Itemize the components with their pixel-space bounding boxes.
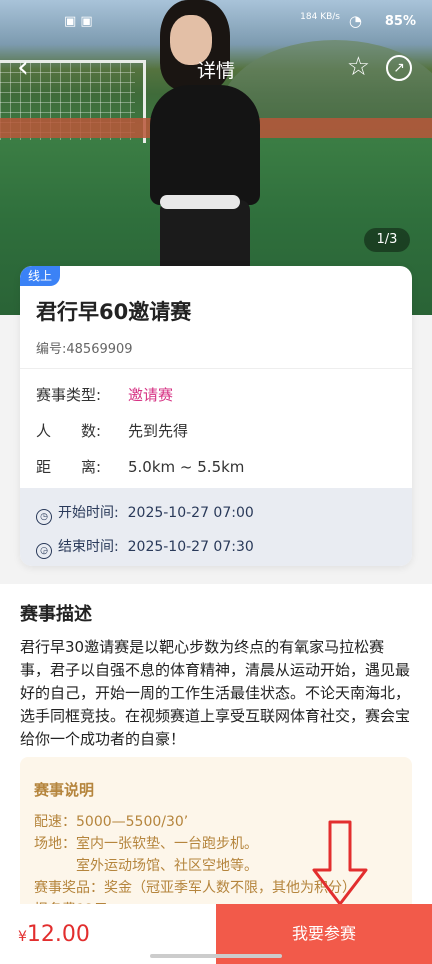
- favorite-star-icon[interactable]: ☆: [347, 52, 370, 82]
- price: ¥12.00: [18, 922, 90, 947]
- description-heading: 赛事描述: [20, 604, 92, 625]
- status-bar: ▣ ▣ 184 KB/s ◔ 85%: [0, 0, 432, 44]
- start-time-value: 2025-10-27 07:00: [127, 505, 254, 521]
- notification-icons: ▣ ▣: [64, 14, 93, 29]
- end-time-row: ◶ 结束时间: 2025-10-27 07:30: [36, 536, 254, 559]
- clock-end-icon: ◶: [36, 543, 52, 559]
- event-name: 君行早60邀请赛: [36, 300, 192, 324]
- down-arrow-annotation: [312, 820, 368, 906]
- wifi-icon: ◔: [348, 12, 362, 30]
- event-type-label: 赛事类型:: [36, 386, 102, 404]
- network-speed: 184 KB/s: [300, 12, 340, 22]
- share-icon[interactable]: ↗: [386, 55, 412, 81]
- event-info-card: 线上 君行早60邀请赛 编号:48569909 赛事类型: 邀请赛 人 数: 先到先…: [20, 266, 412, 566]
- battery-level: 85%: [384, 14, 416, 29]
- end-time-label: 结束时间:: [58, 539, 119, 555]
- note-line: 配速：5000—5500/30’: [34, 814, 189, 830]
- price-value: 12.00: [26, 922, 90, 947]
- start-time-label: 开始时间:: [58, 505, 119, 521]
- online-tag: 线上: [20, 266, 60, 286]
- distance-row: 距 离: 5.0km ~ 5.5km: [36, 456, 244, 477]
- divider: [20, 368, 412, 369]
- participants-label: 人 数:: [36, 422, 102, 440]
- time-box: ◷ 开始时间: 2025-10-27 07:00 ◶ 结束时间: 2025-10-2…: [20, 488, 412, 566]
- top-nav: ‹ 详情 ☆ ↗: [0, 44, 432, 96]
- distance-value: 5.0km ~ 5.5km: [128, 458, 245, 476]
- note-line: 场地：室内一张软垫、一台跑步机。: [34, 836, 258, 852]
- event-code: 编号:48569909: [36, 342, 133, 357]
- note-line: 室外运动场馆、社区空地等。: [34, 858, 258, 874]
- participants-row: 人 数: 先到先得: [36, 420, 188, 441]
- home-indicator: [150, 954, 282, 958]
- notes-heading: 赛事说明: [34, 781, 95, 799]
- currency-symbol: ¥: [18, 929, 27, 945]
- description-text: 君行早30邀请赛是以靶心步数为终点的有氧家马拉松赛事，君子以自强不息的体育精神，…: [20, 638, 411, 748]
- gallery-counter: 1/3: [364, 228, 410, 252]
- participants-value: 先到先得: [128, 422, 189, 440]
- event-type-row: 赛事类型: 邀请赛: [36, 384, 173, 405]
- end-time-value: 2025-10-27 07:30: [127, 539, 254, 555]
- clock-icon: ◷: [36, 509, 52, 525]
- distance-label: 距 离:: [36, 458, 102, 476]
- note-line: 赛事奖品：奖金（冠亚季军人数不限，其他为积分）: [34, 880, 356, 896]
- event-type-value: 邀请赛: [128, 386, 174, 404]
- start-time-row: ◷ 开始时间: 2025-10-27 07:00: [36, 502, 254, 525]
